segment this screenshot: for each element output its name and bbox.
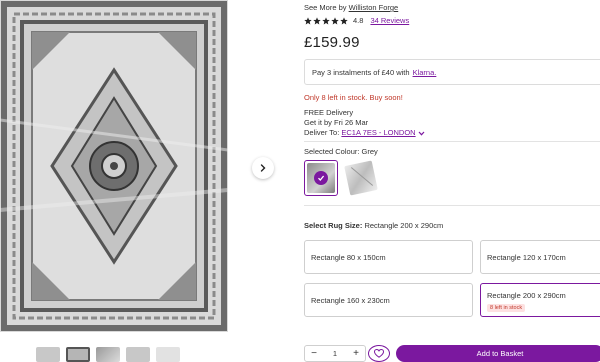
size-option-label: Rectangle 160 x 230cm bbox=[311, 295, 390, 305]
stock-warning: Only 8 left in stock. Buy soon! bbox=[304, 93, 403, 102]
thumbnail-2[interactable] bbox=[66, 347, 90, 362]
quantity-value[interactable]: 1 bbox=[333, 349, 337, 358]
thumbnail-4[interactable] bbox=[126, 347, 150, 362]
star-icon bbox=[340, 16, 348, 24]
thumbnail-3[interactable] bbox=[96, 347, 120, 362]
see-more-by: See More by Williston Forge bbox=[304, 3, 398, 12]
star-icon bbox=[313, 16, 321, 24]
rug-image bbox=[0, 0, 228, 332]
size-option-120x170[interactable]: Rectangle 120 x 170cm bbox=[480, 240, 600, 274]
deliver-to: Deliver To: EC1A 7ES - LONDON bbox=[304, 128, 425, 138]
size-option-160x230[interactable]: Rectangle 160 x 230cm bbox=[304, 283, 473, 317]
chevron-down-icon[interactable] bbox=[418, 131, 425, 136]
size-option-label: Rectangle 200 x 290cm bbox=[487, 291, 566, 300]
check-icon bbox=[318, 175, 325, 181]
reviews-link[interactable]: 34 Reviews bbox=[370, 16, 409, 25]
size-option-label: Rectangle 120 x 170cm bbox=[487, 252, 566, 262]
postcode-link[interactable]: EC1A 7ES - LONDON bbox=[341, 128, 415, 137]
wishlist-button[interactable] bbox=[368, 345, 390, 362]
size-option-label: Rectangle 80 x 150cm bbox=[311, 252, 386, 262]
stock-badge: 8 left in stock bbox=[487, 304, 526, 312]
rug-size-label-bold: Select Rug Size: bbox=[304, 221, 363, 230]
size-option-80x150[interactable]: Rectangle 80 x 150cm bbox=[304, 240, 473, 274]
heart-icon bbox=[374, 349, 384, 358]
klarna-text: Pay 3 instalments of £40 with bbox=[312, 67, 410, 77]
deliver-to-label: Deliver To: bbox=[304, 128, 340, 137]
swatch-image bbox=[344, 160, 378, 196]
selected-check bbox=[314, 171, 328, 185]
thumbnail-1[interactable] bbox=[36, 347, 60, 362]
star-rating bbox=[304, 16, 348, 25]
product-gallery bbox=[0, 0, 232, 362]
selected-colour-label: Selected Colour: Grey bbox=[304, 147, 378, 156]
size-option-200x290[interactable]: Rectangle 200 x 290cm 8 left in stock bbox=[480, 283, 600, 317]
free-delivery-text: FREE Delivery bbox=[304, 108, 354, 117]
chevron-right-icon bbox=[260, 164, 266, 172]
colour-swatch-cream[interactable] bbox=[344, 160, 378, 196]
add-to-basket-button[interactable]: Add to Basket bbox=[396, 345, 600, 362]
product-price: £159.99 bbox=[304, 34, 360, 51]
delivery-info: FREE Delivery Get it by Fri 26 Mar Deliv… bbox=[304, 108, 425, 138]
rating-row: 4.8 34 Reviews bbox=[304, 16, 409, 25]
colour-swatch-grey[interactable] bbox=[304, 160, 338, 196]
next-image-button[interactable] bbox=[252, 157, 274, 179]
product-main-image[interactable] bbox=[0, 0, 228, 332]
brand-link[interactable]: Williston Forge bbox=[349, 3, 399, 12]
swatch-image bbox=[307, 163, 335, 193]
divider bbox=[304, 205, 600, 206]
star-icon bbox=[331, 16, 339, 24]
rating-value: 4.8 bbox=[353, 16, 364, 25]
quantity-stepper: − 1 + bbox=[304, 345, 366, 362]
thumbnail-5[interactable] bbox=[156, 347, 180, 362]
delivery-date-text: Get it by Fri 26 Mar bbox=[304, 118, 369, 127]
thumbnail-strip bbox=[36, 347, 180, 362]
star-icon bbox=[304, 16, 312, 24]
rug-size-label: Select Rug Size: Rectangle 200 x 290cm bbox=[304, 221, 443, 230]
product-info: See More by Williston Forge 4.8 34 Revie… bbox=[304, 0, 600, 362]
divider bbox=[304, 141, 600, 142]
rug-size-selected: Rectangle 200 x 290cm bbox=[364, 221, 444, 230]
see-more-prefix: See More by bbox=[304, 3, 347, 12]
quantity-decrease-button[interactable]: − bbox=[305, 346, 323, 361]
klarna-banner: Pay 3 instalments of £40 with Klarna. bbox=[304, 59, 600, 85]
star-icon bbox=[322, 16, 330, 24]
quantity-increase-button[interactable]: + bbox=[347, 346, 365, 361]
klarna-link[interactable]: Klarna. bbox=[413, 68, 437, 77]
